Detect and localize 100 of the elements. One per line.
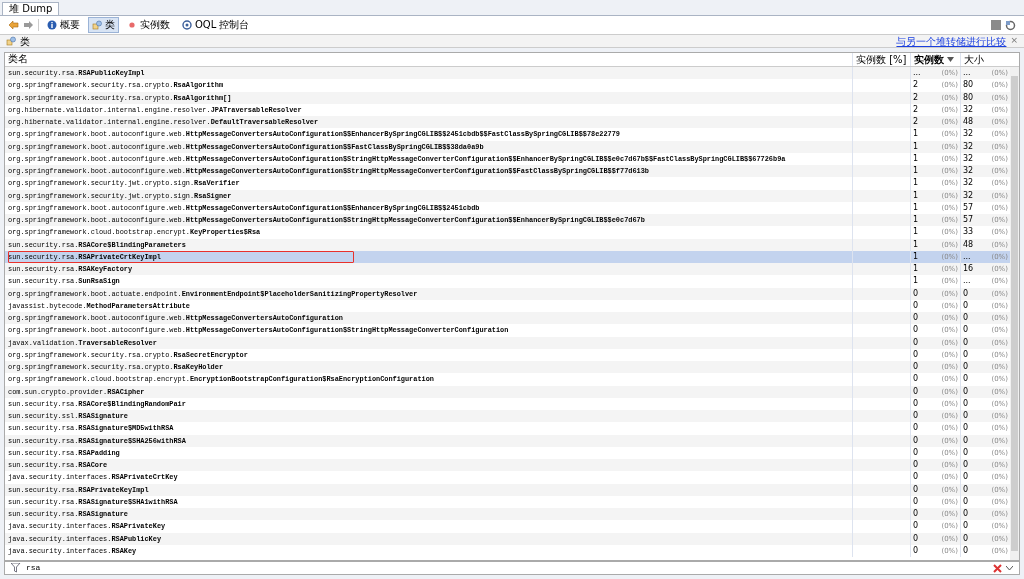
table-cell-text: 0 <box>963 361 969 373</box>
table-cell: 0 <box>913 422 919 435</box>
column-header[interactable]: 实例数 <box>910 53 960 66</box>
table-cell: 0 <box>913 324 919 337</box>
clear-icon[interactable] <box>993 563 1002 573</box>
table-cell: 0 <box>913 471 919 484</box>
table-cell: 48 <box>963 238 974 251</box>
table-cell: 80 <box>963 79 974 92</box>
table-cell-text: 0 <box>913 410 919 422</box>
table-cell-text: ... <box>963 67 971 79</box>
column-header[interactable]: 类名 <box>5 53 852 66</box>
table-cell: 0 <box>963 483 969 496</box>
table-cell: 2 <box>913 91 919 104</box>
table-cell: 1 <box>913 140 919 153</box>
table-cell: 32 <box>963 189 974 202</box>
table-cell: 0 <box>963 495 969 508</box>
classes-icon <box>92 20 102 30</box>
filter-field[interactable]: rsa <box>4 561 1020 575</box>
table-cell: 0 <box>913 532 919 545</box>
table-cell: 0 <box>963 348 969 361</box>
table-cell: 1 <box>913 201 919 214</box>
table-cell: 0 <box>963 324 969 337</box>
table-cell-text: 0 <box>913 459 919 471</box>
table-cell: 0 <box>913 348 919 361</box>
table-cell: 1 <box>913 152 919 165</box>
table-cell: 0 <box>963 544 969 557</box>
table-cell-text: 0 <box>913 312 919 324</box>
table-cell-text: 0 <box>963 459 969 471</box>
table-cell: 0 <box>913 544 919 557</box>
table-cell-text: 57 <box>963 214 974 226</box>
table-cell: 57 <box>963 201 974 214</box>
table-cell: 0 <box>913 495 919 508</box>
table-cell-text: 1 <box>913 214 919 226</box>
classes-icon <box>6 36 16 46</box>
table-cell-text: 2 <box>913 116 919 128</box>
table-cell: 1 <box>913 128 919 141</box>
table-cell-text: 0 <box>913 361 919 373</box>
table-cell-text: 0 <box>963 312 969 324</box>
dot-icon <box>127 20 137 30</box>
table-cell: 0 <box>963 287 969 300</box>
table-cell: 0 <box>913 397 919 410</box>
info-icon <box>47 20 57 30</box>
table-cell: 0 <box>963 471 969 484</box>
table-cell: 0 <box>963 336 969 349</box>
table-cell: 32 <box>963 140 974 153</box>
toolbar-button[interactable]: 实例数 <box>123 17 174 33</box>
table-cell: ... <box>963 275 971 288</box>
table-cell: 0 <box>913 336 919 349</box>
table-cell: 2 <box>913 103 919 116</box>
table-cell: 33 <box>963 226 974 239</box>
table-cell: 1 <box>913 226 919 239</box>
table-cell: 0 <box>913 385 919 398</box>
table-cell-text: 32 <box>963 165 974 177</box>
filter-icon[interactable] <box>11 563 22 573</box>
table-cell: 1 <box>913 177 919 190</box>
table-cell: 0 <box>913 520 919 533</box>
column-header[interactable]: 实例数 [%] <box>852 53 910 66</box>
table-cell-text: 0 <box>963 410 969 422</box>
close-button[interactable]: × <box>1010 34 1018 48</box>
table-cell-text: ... <box>913 67 921 79</box>
table-cell: 32 <box>963 103 974 116</box>
table-cell-text: 16 <box>963 263 974 275</box>
toolbar-button[interactable]: 概要 <box>43 17 84 33</box>
table-cell: 0 <box>963 299 969 312</box>
table-cell: 0 <box>963 446 969 459</box>
table-cell: 0 <box>963 373 969 386</box>
table-cell-text: 0 <box>963 508 969 520</box>
table-cell: 0 <box>963 532 969 545</box>
table-cell-text: 1 <box>913 165 919 177</box>
scroll-bar[interactable] <box>1010 67 1019 560</box>
compare-link[interactable]: 与另一个堆转储进行比较 <box>896 33 1007 49</box>
table-cell: 1 <box>913 189 919 202</box>
table-cell: 0 <box>913 446 919 459</box>
console-icon <box>182 20 192 30</box>
sort-arrow-icon <box>947 57 954 62</box>
chevron-down-icon[interactable] <box>1006 565 1013 571</box>
table-cell: 0 <box>913 299 919 312</box>
column-header[interactable]: 大小 <box>960 53 1010 66</box>
toolbar-button[interactable]: OQL 控制台 <box>178 17 254 33</box>
table-cell: 1 <box>913 250 919 263</box>
table-cell-text: 0 <box>913 508 919 520</box>
toolbar-button[interactable]: 类 <box>88 17 119 33</box>
table-cell: 2 <box>913 79 919 92</box>
table-cell: 0 <box>913 287 919 300</box>
table-cell: 80 <box>963 91 974 104</box>
table-cell: 0 <box>963 434 969 447</box>
tab[interactable]: 堆 Dump <box>2 2 60 15</box>
forward-arrow-icon[interactable] <box>23 20 34 30</box>
panel-title: 类 <box>20 34 30 49</box>
table-cell: 32 <box>963 128 974 141</box>
back-arrow-icon[interactable] <box>8 20 19 30</box>
table-cell-text: 48 <box>963 116 974 128</box>
table-cell: 0 <box>963 520 969 533</box>
table-cell-text: 1 <box>913 263 919 275</box>
table-cell: 1 <box>913 275 919 288</box>
table-cell: 0 <box>913 373 919 386</box>
table-cell: ... <box>963 250 971 263</box>
table-cell: 1 <box>913 238 919 251</box>
table-cell: 0 <box>913 483 919 496</box>
table-cell: 0 <box>963 422 969 435</box>
